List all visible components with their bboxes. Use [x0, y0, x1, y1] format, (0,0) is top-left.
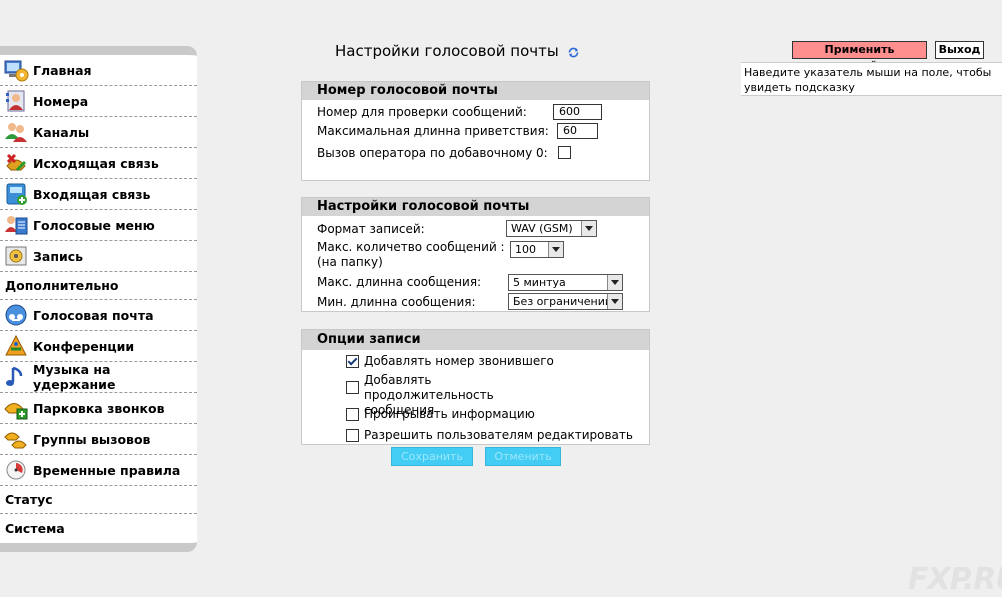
sidebar-item-label: Каналы	[33, 124, 90, 140]
operator-checkbox[interactable]	[558, 146, 571, 159]
record-options-panel: Опции записи Добавлять номер звонившего …	[301, 329, 650, 445]
sidebar-section-system[interactable]: Система	[0, 514, 197, 542]
watermark-logo: FXP.RU	[908, 562, 1002, 597]
sidebar-section-additional[interactable]: Дополнительно	[0, 272, 197, 300]
record-format-value: WAV (GSM)	[511, 222, 573, 235]
record-format-label: Формат записей:	[317, 222, 425, 236]
sidebar-item-label: Голосовая почта	[33, 307, 154, 323]
cancel-button[interactable]: Отменить	[485, 447, 561, 466]
voice-menu-icon	[3, 212, 29, 238]
panel-title: Опции записи	[302, 330, 649, 350]
sidebar-section-label: Статус	[5, 492, 53, 507]
chevron-down-icon	[607, 294, 622, 309]
sidebar-item-record[interactable]: Запись	[0, 241, 197, 272]
sidebar-item-channels[interactable]: Каналы	[0, 117, 197, 148]
sidebar-item-music-on-hold[interactable]: Музыка на удержание	[0, 362, 197, 393]
chevron-down-icon	[607, 275, 622, 290]
call-groups-icon	[3, 426, 29, 452]
sidebar-item-label: Номера	[33, 93, 89, 109]
sidebar-item-label: Конференции	[33, 338, 135, 354]
exit-button[interactable]: Выход	[935, 41, 984, 59]
record-format-select[interactable]: WAV (GSM)	[506, 220, 597, 237]
max-messages-sublabel: (на папку)	[317, 255, 383, 269]
max-messages-value: 100	[515, 243, 536, 256]
sidebar-item-time-rules[interactable]: Временные правила	[0, 455, 197, 486]
sidebar-item-label: Главная	[33, 62, 92, 78]
option-label-caller-number: Добавлять номер звонившего	[364, 354, 554, 368]
min-length-select[interactable]: Без ограничений	[508, 293, 623, 310]
sidebar-item-label: Голосовые меню	[33, 217, 155, 233]
users-channels-icon	[3, 119, 29, 145]
sidebar-item-conferences[interactable]: Конференции	[0, 331, 197, 362]
option-checkbox-caller-number[interactable]	[346, 355, 359, 368]
max-length-select[interactable]: 5 минтуа	[508, 274, 623, 291]
sidebar-item-label: Входящая связь	[33, 186, 151, 202]
record-icon	[3, 243, 29, 269]
music-note-icon	[3, 364, 29, 390]
sidebar-item-outgoing[interactable]: Исходящая связь	[0, 148, 197, 179]
sidebar-item-label: Временные правила	[33, 462, 181, 478]
sidebar-item-label: Музыка на удержание	[33, 362, 116, 392]
home-gear-icon	[3, 57, 29, 83]
option-checkbox-play-info[interactable]	[346, 408, 359, 421]
page-title: Настройки голосовой почты	[335, 42, 580, 60]
page-title-text: Настройки голосовой почты	[335, 42, 559, 60]
sidebar-item-call-parking[interactable]: Парковка звонков	[0, 393, 197, 424]
min-length-value: Без ограничений	[513, 295, 612, 308]
refresh-icon[interactable]	[567, 45, 580, 58]
sidebar-item-incoming[interactable]: Входящая связь	[0, 179, 197, 210]
clock-rules-icon	[3, 457, 29, 483]
sidebar-item-voice-menu[interactable]: Голосовые меню	[0, 210, 197, 241]
chevron-down-icon	[581, 221, 596, 236]
max-length-value: 5 минтуа	[513, 276, 566, 289]
sidebar-item-numbers[interactable]: Номера	[0, 86, 197, 117]
panel-title: Номер голосовой почты	[302, 82, 649, 100]
max-messages-select[interactable]: 100	[510, 241, 564, 258]
greeting-length-label: Максимальная длинна приветствия:	[317, 124, 549, 138]
sidebar-item-label: Исходящая связь	[33, 155, 159, 171]
sidebar-item-label: Парковка звонков	[33, 400, 165, 416]
sidebar-item-label: Группы вызовов	[33, 431, 151, 447]
option-label-play-info: Проигрывать информацию	[364, 407, 535, 421]
outgoing-call-icon	[3, 150, 29, 176]
sidebar-section-label: Дополнительно	[5, 278, 119, 293]
hint-box: Наведите указатель мыши на поле, чтобы у…	[741, 62, 1002, 96]
check-number-input[interactable]: 600	[553, 104, 602, 120]
voicemail-icon	[3, 302, 29, 328]
option-label-allow-edit: Разрешить пользователям редактировать	[364, 428, 633, 442]
check-number-label: Номер для проверки сообщений:	[317, 105, 527, 119]
call-parking-icon	[3, 395, 29, 421]
contacts-icon	[3, 88, 29, 114]
voicemail-settings-panel: Настройки голосовой почты Формат записей…	[301, 197, 650, 312]
sidebar-item-home[interactable]: Главная	[0, 55, 197, 86]
greeting-length-input[interactable]: 60	[557, 123, 598, 139]
max-messages-label: Макс. количетво сообщений :	[317, 240, 505, 254]
min-length-label: Мин. длинна сообщения:	[317, 295, 476, 309]
sidebar-item-call-groups[interactable]: Группы вызовов	[0, 424, 197, 455]
sidebar-section-status[interactable]: Статус	[0, 486, 197, 514]
panel-title: Настройки голосовой почты	[302, 198, 649, 216]
save-button[interactable]: Сохранить	[391, 447, 473, 466]
incoming-call-icon	[3, 181, 29, 207]
apply-settings-button[interactable]: Применить настройки	[792, 41, 927, 72]
option-checkbox-allow-edit[interactable]	[346, 429, 359, 442]
sidebar-section-label: Система	[5, 520, 65, 536]
chevron-down-icon	[548, 242, 563, 257]
voicemail-number-panel: Номер голосовой почты Номер для проверки…	[301, 81, 650, 181]
sidebar-item-label: Запись	[33, 248, 84, 264]
sidebar: Главная Номера Каналы Исходящая связь Вх…	[0, 46, 197, 552]
max-length-label: Макс. длинна сообщения:	[317, 275, 482, 289]
operator-label: Вызов оператора по добавочному 0:	[317, 146, 548, 160]
conference-icon	[3, 333, 29, 359]
sidebar-item-voicemail[interactable]: Голосовая почта	[0, 300, 197, 331]
option-checkbox-duration[interactable]	[346, 381, 359, 394]
